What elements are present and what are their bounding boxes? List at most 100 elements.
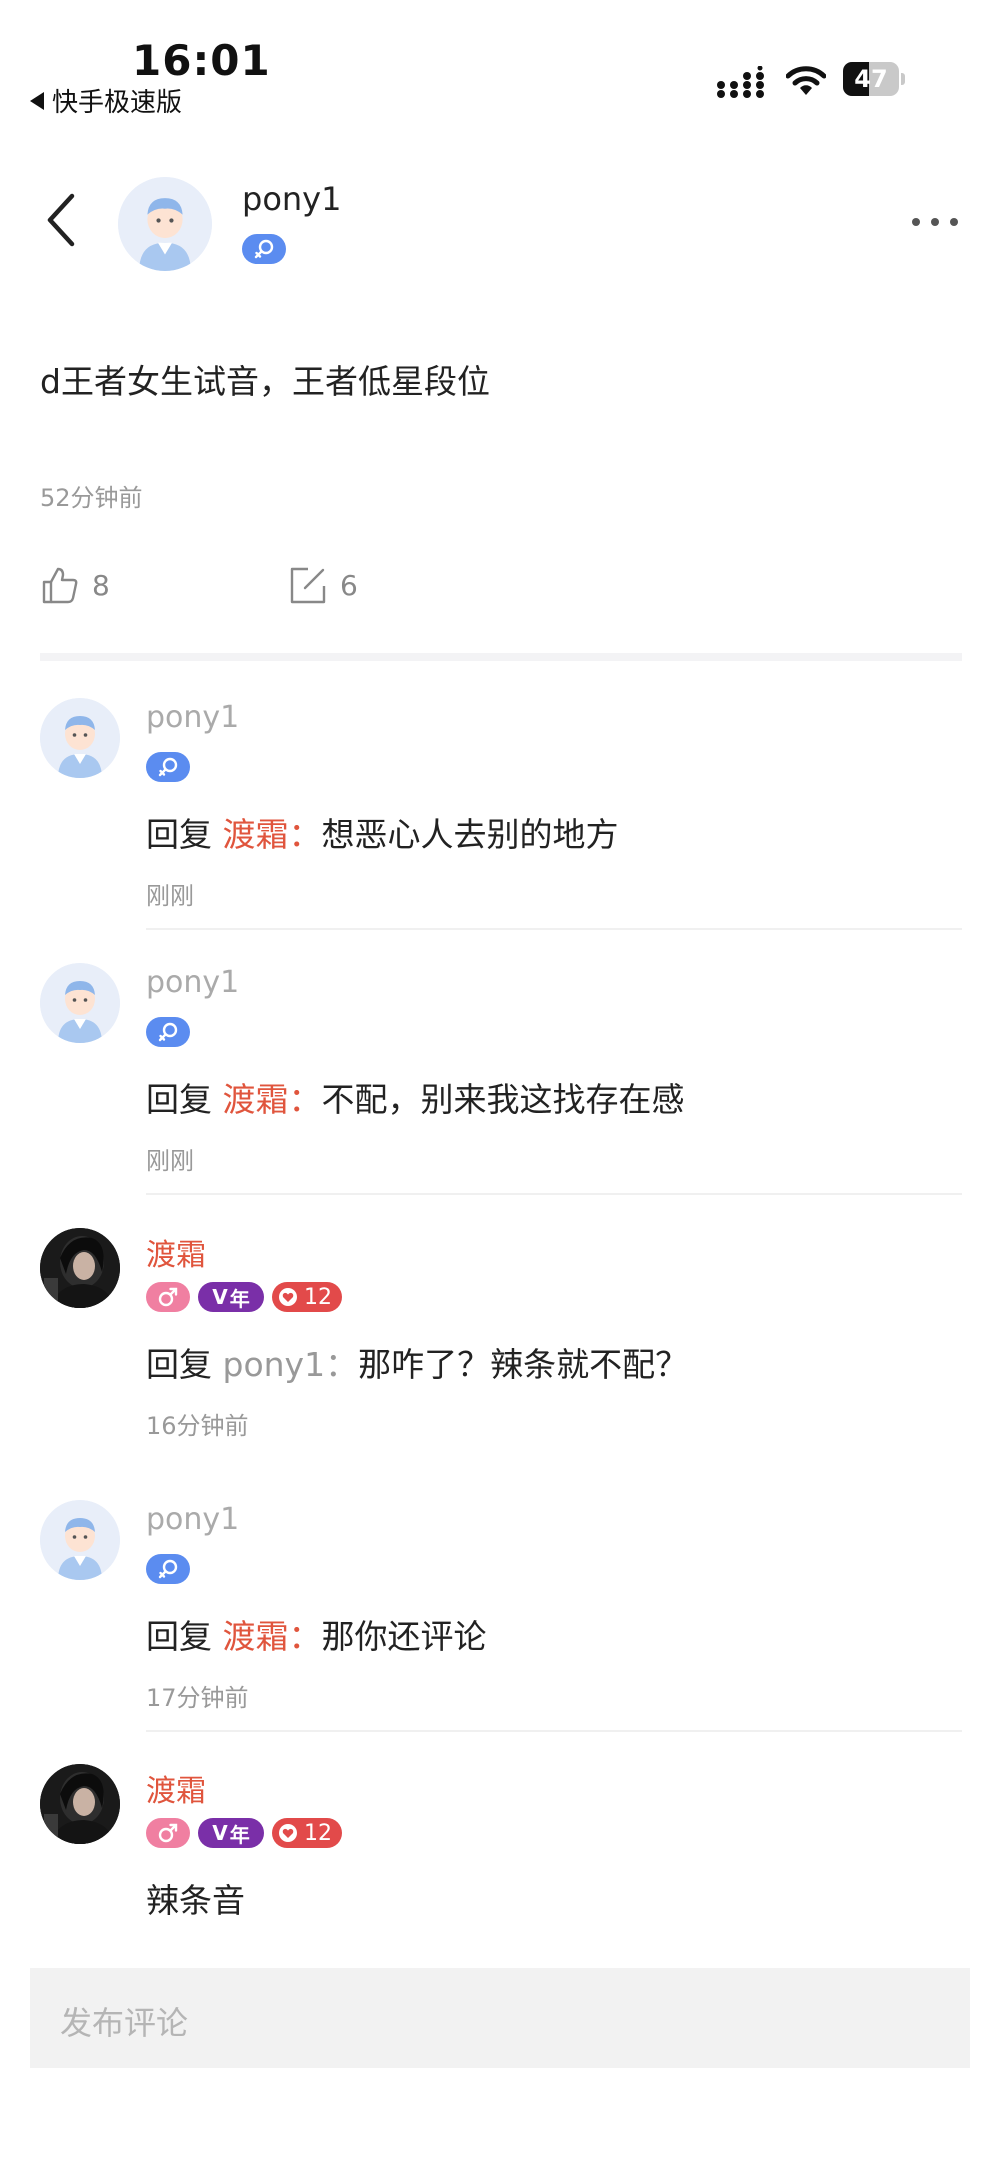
comment-time: 刚刚 [146, 882, 194, 910]
default-avatar-icon [40, 1500, 120, 1580]
vip-v-icon: V [212, 1821, 228, 1845]
commenter-name[interactable]: 渡霜 [146, 1766, 206, 1810]
heart-icon [279, 1288, 297, 1306]
vip-badge: V 年 [198, 1818, 264, 1848]
comment-divider [146, 1193, 962, 1195]
wifi-icon [786, 66, 826, 95]
reply-separator: ： [288, 815, 322, 854]
post-text: d王者女生试音，王者低星段位 [40, 362, 490, 401]
more-dot-icon [950, 218, 958, 226]
comment-button[interactable]: 6 [288, 565, 1000, 605]
reply-prefix: 回复 [146, 1345, 212, 1384]
reply-target[interactable]: 渡霜 [223, 815, 289, 854]
back-to-app-button[interactable]: 快手极速版 [30, 82, 182, 119]
comment-text: 回复 渡霜：那你还评论 [146, 1610, 487, 1658]
default-avatar-icon [40, 963, 120, 1043]
reply-target[interactable]: 渡霜 [223, 1080, 289, 1119]
commenter-name[interactable]: pony1 [146, 1502, 239, 1537]
commenter-badges [146, 1017, 190, 1047]
comment-body: 不配，别来我这找存在感 [321, 1080, 685, 1119]
comment-time: 16分钟前 [146, 1412, 249, 1440]
reply-prefix: 回复 [146, 1080, 212, 1119]
female-badge [146, 752, 190, 782]
comment-input-placeholder: 发布评论 [60, 2004, 189, 2042]
comment-input[interactable]: 发布评论 [30, 1968, 970, 2068]
author-name[interactable]: pony1 [242, 180, 341, 218]
more-dot-icon [931, 218, 939, 226]
vip-badge: V 年 [198, 1282, 264, 1312]
commenter-avatar[interactable] [40, 698, 120, 778]
comment-body: 那咋了？辣条就不配？ [358, 1345, 689, 1384]
back-app-label: 快手极速版 [52, 88, 183, 118]
commenter-badges: V 年 12 [146, 1282, 342, 1312]
comment-body: 想恶心人去别的地方 [321, 815, 619, 854]
comment-time: 17分钟前 [146, 1684, 249, 1712]
default-avatar-icon [40, 698, 120, 778]
commenter-badges [146, 752, 190, 782]
reply-prefix: 回复 [146, 1617, 212, 1656]
comment-text: 回复 渡霜：想恶心人去别的地方 [146, 808, 619, 856]
comment-text: 回复 渡霜：不配，别来我这找存在感 [146, 1073, 685, 1121]
female-badge [146, 1554, 190, 1584]
male-badge [146, 1282, 190, 1312]
back-arrow-icon[interactable] [40, 190, 84, 250]
thumbs-up-icon [42, 567, 78, 604]
more-options-button[interactable] [912, 218, 958, 230]
post-time: 52分钟前 [40, 484, 143, 512]
reply-separator: ： [288, 1080, 322, 1119]
commenter-avatar[interactable] [40, 1228, 120, 1308]
like-button[interactable]: 8 [40, 565, 110, 605]
more-dot-icon [912, 218, 920, 226]
fans-level-badge: 12 [272, 1818, 342, 1848]
post-header: pony1 [0, 160, 1000, 290]
commenter-name[interactable]: pony1 [146, 965, 239, 1000]
comment-body: 那你还评论 [321, 1617, 487, 1656]
comment-time: 刚刚 [146, 1147, 194, 1175]
comment-count: 6 [340, 568, 358, 602]
fans-level: 12 [304, 1284, 332, 1310]
comment-body: 辣条音 [146, 1881, 245, 1920]
vip-label: 年 [229, 1286, 250, 1311]
cellular-signal-icon [717, 66, 764, 98]
comment-divider [146, 1730, 962, 1732]
author-avatar[interactable] [118, 177, 212, 271]
edit-comment-icon [290, 567, 326, 604]
female-symbol-icon [254, 239, 274, 259]
female-symbol-icon [158, 757, 178, 777]
battery-level: 47 [854, 65, 888, 93]
comment-text: 辣条音 [146, 1874, 245, 1922]
commenter-avatar[interactable] [40, 963, 120, 1043]
commenter-avatar[interactable] [40, 1764, 120, 1844]
default-avatar-icon [118, 177, 212, 271]
comment-text: 回复 pony1：那咋了？辣条就不配？ [146, 1338, 688, 1386]
photo-avatar-icon [40, 1228, 120, 1308]
commenter-avatar[interactable] [40, 1500, 120, 1580]
reply-prefix: 回复 [146, 815, 212, 854]
status-time: 16:01 [132, 36, 271, 85]
photo-avatar-icon [40, 1764, 120, 1844]
status-bar: 16:01 快手极速版 47 [0, 0, 1000, 120]
commenter-badges: V 年 12 [146, 1818, 342, 1848]
male-badge [146, 1818, 190, 1848]
battery-icon: 47 [843, 62, 905, 96]
reply-target[interactable]: 渡霜 [223, 1617, 289, 1656]
heart-icon [279, 1824, 297, 1842]
commenter-name[interactable]: 渡霜 [146, 1230, 206, 1274]
male-symbol-icon [158, 1287, 178, 1307]
reply-separator: ： [325, 1345, 359, 1384]
female-badge [146, 1017, 190, 1047]
female-symbol-icon [158, 1022, 178, 1042]
fans-level-badge: 12 [272, 1282, 342, 1312]
reply-separator: ： [288, 1617, 322, 1656]
section-divider [40, 653, 962, 661]
vip-label: 年 [229, 1822, 250, 1847]
female-badge [242, 234, 286, 264]
commenter-name[interactable]: pony1 [146, 700, 239, 735]
like-count: 8 [92, 568, 110, 602]
back-triangle-icon [30, 91, 44, 110]
female-symbol-icon [158, 1559, 178, 1579]
vip-v-icon: V [212, 1285, 228, 1309]
reply-target[interactable]: pony1 [223, 1345, 326, 1384]
fans-level: 12 [304, 1820, 332, 1846]
comment-divider [146, 928, 962, 930]
